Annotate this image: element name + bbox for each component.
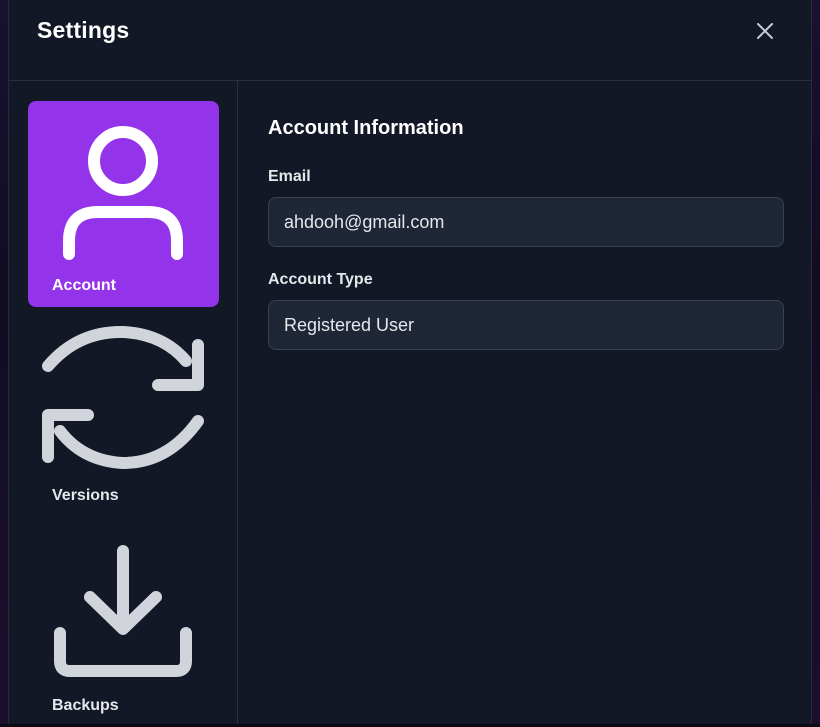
modal-title: Settings [37,17,130,43]
email-label: Email [268,168,311,185]
close-button[interactable] [753,19,777,43]
settings-sidebar: Account Versions Backups [9,81,238,724]
sidebar-item-label: Versions [52,487,119,504]
sidebar-item-account[interactable]: Account [28,101,219,307]
sidebar-item-backups[interactable]: Backups [28,521,219,727]
modal-header: Settings [9,0,811,81]
download-icon [54,545,192,677]
section-title: Account Information [268,117,464,139]
account-type-label: Account Type [268,271,373,288]
sidebar-item-versions[interactable]: Versions [28,311,219,517]
user-icon [63,126,183,260]
account-type-field[interactable] [268,300,784,350]
sidebar-item-label: Backups [52,697,119,714]
close-icon [757,23,773,39]
refresh-icon [42,325,204,470]
sidebar-item-label: Account [52,277,116,294]
email-field[interactable] [268,197,784,247]
settings-modal: Settings Account Versions Backups Accoun… [8,0,812,724]
